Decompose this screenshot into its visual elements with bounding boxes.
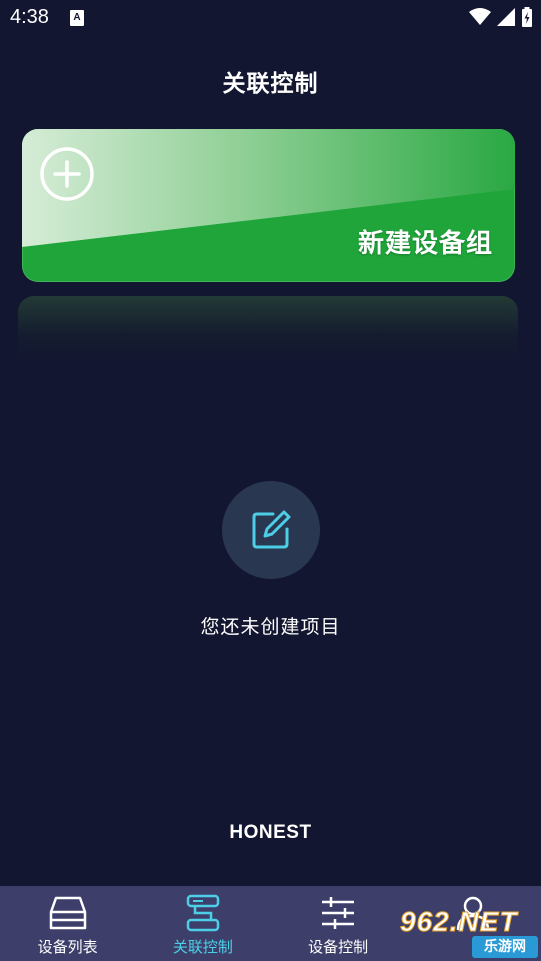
new-group-label: 新建设备组 <box>357 229 493 259</box>
nav-label-device-control: 设备控制 <box>308 938 369 956</box>
sliders-icon <box>322 897 355 929</box>
watermark-bottom-text: 乐游网 <box>472 936 538 958</box>
empty-state-icon-wrap <box>222 481 320 579</box>
device-list-icon <box>49 896 86 930</box>
brand-logo: HONEST <box>229 822 312 843</box>
notification-letter-icon: A <box>70 10 84 26</box>
app-screen: 4:38 A 关联控制 新建设备组 您还未创建项目 HONEST 设备列表 关联… <box>0 0 541 961</box>
watermark-logo: 962.NET 乐游网 <box>400 906 541 961</box>
page-title: 关联控制 <box>222 71 319 97</box>
wifi-icon <box>469 8 491 25</box>
nav-item-device-control[interactable]: 设备控制 <box>271 886 406 961</box>
nav-label-link-control: 关联控制 <box>172 938 233 956</box>
status-icons <box>469 7 533 27</box>
battery-icon <box>522 7 532 27</box>
nav-item-link-control[interactable]: 关联控制 <box>135 886 270 961</box>
empty-state-message: 您还未创建项目 <box>200 616 341 638</box>
status-time: 4:38 <box>10 6 49 28</box>
nav-item-device-list[interactable]: 设备列表 <box>0 886 135 961</box>
nav-label-device-list: 设备列表 <box>37 938 98 956</box>
edit-icon <box>252 510 291 549</box>
watermark-top-text: 962.NET <box>400 906 518 938</box>
signal-icon <box>497 8 515 26</box>
plus-circle-icon <box>40 147 94 201</box>
status-bar: 4:38 A <box>0 0 541 36</box>
link-control-icon <box>186 894 220 932</box>
card-reflection <box>18 296 518 366</box>
new-group-button[interactable]: 新建设备组 <box>22 129 515 282</box>
